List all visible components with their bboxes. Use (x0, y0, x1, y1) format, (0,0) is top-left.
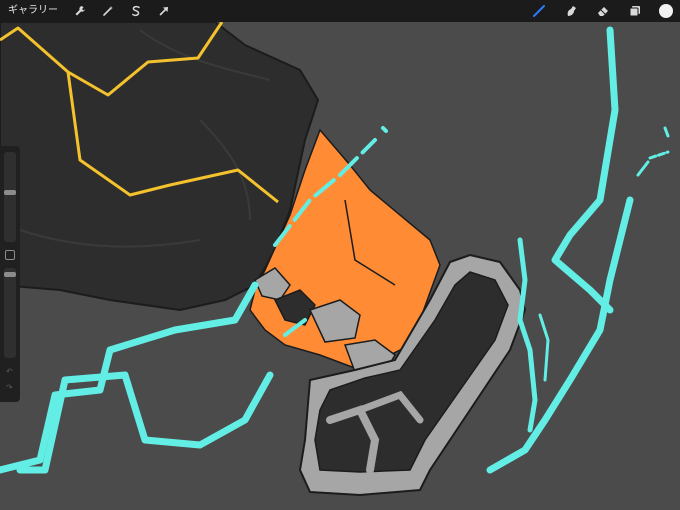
brush-size-thumb[interactable] (4, 190, 16, 196)
smudge-button[interactable] (562, 2, 580, 20)
modify-button[interactable] (5, 250, 15, 260)
brush-size-slider[interactable] (4, 152, 16, 242)
arrow-cursor-icon (159, 7, 168, 16)
artwork (0, 0, 680, 510)
undo-icon[interactable]: ↶ (6, 368, 14, 376)
smudge-icon (567, 6, 576, 16)
top-toolbar: ギャラリー (0, 0, 680, 22)
transform-button[interactable] (155, 2, 173, 20)
magic-wand-icon (103, 6, 113, 16)
selection-s-icon (132, 5, 140, 17)
color-picker-swatch[interactable] (659, 4, 673, 18)
brush-button[interactable] (530, 2, 548, 20)
selection-button[interactable] (127, 2, 145, 20)
eraser-icon (598, 7, 608, 16)
adjustments-button[interactable] (99, 2, 117, 20)
opacity-thumb[interactable] (4, 272, 16, 278)
gallery-button[interactable]: ギャラリー (0, 0, 66, 22)
redo-icon[interactable]: ↷ (6, 384, 14, 392)
eraser-button[interactable] (594, 2, 612, 20)
drawing-canvas[interactable] (0, 0, 680, 510)
opacity-slider[interactable] (4, 268, 16, 358)
cyan-dot (381, 126, 388, 133)
layers-icon (629, 6, 640, 17)
left-sidebar: ↶ ↷ (0, 146, 20, 402)
brush-icon (533, 5, 545, 17)
actions-button[interactable] (71, 2, 89, 20)
wrench-icon (75, 6, 85, 16)
layers-button[interactable] (626, 2, 644, 20)
right-tools (523, 0, 680, 22)
